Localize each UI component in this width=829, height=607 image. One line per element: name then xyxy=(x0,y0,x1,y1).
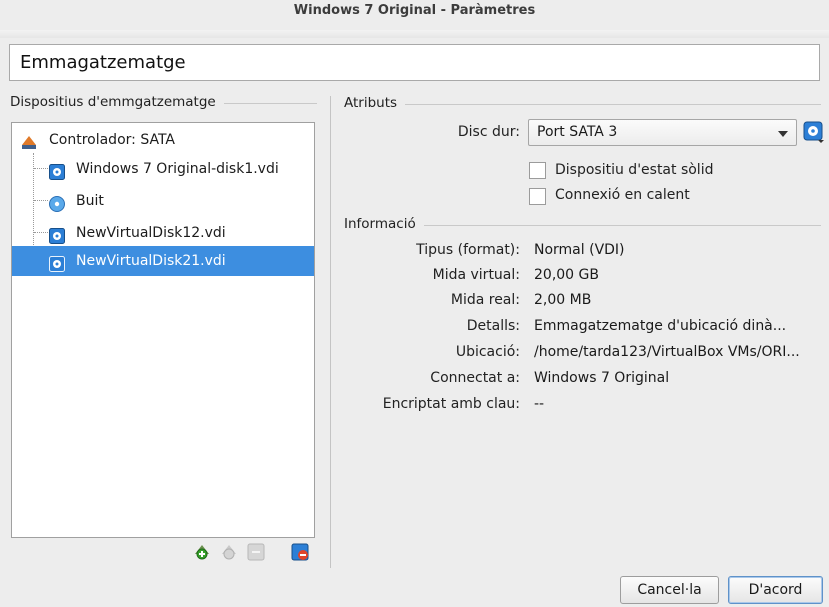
info-label-details: Detalls: xyxy=(466,318,520,334)
tree-item-optical-empty[interactable]: Buit xyxy=(12,186,314,216)
hard-disk-select[interactable]: Port SATA 3 xyxy=(528,119,797,146)
attributes-group-line xyxy=(345,104,821,105)
hotplug-checkbox[interactable] xyxy=(529,188,546,205)
tree-item-label: NewVirtualDisk21.vdi xyxy=(76,253,226,269)
info-value-format: Normal (VDI) xyxy=(534,242,625,258)
hard-disk-icon xyxy=(49,225,65,244)
remove-controller-icon[interactable] xyxy=(220,543,238,561)
cancel-button[interactable]: Cancel·la xyxy=(620,576,719,604)
tree-item-disk1[interactable]: Windows 7 Original-disk1.vdi xyxy=(12,154,314,184)
tree-item-label: Controlador: SATA xyxy=(49,132,175,148)
info-group-title: Informació xyxy=(344,216,424,232)
panel-splitter[interactable] xyxy=(330,96,331,568)
remove-attachment-icon[interactable] xyxy=(291,543,309,561)
tree-item-label: NewVirtualDisk12.vdi xyxy=(76,225,226,241)
titlebar-shade xyxy=(0,30,829,38)
tree-item-newvirtualdisk21[interactable]: NewVirtualDisk21.vdi xyxy=(12,246,314,276)
info-label-actual-size: Mida real: xyxy=(450,292,520,308)
info-value-location: /home/tarda123/VirtualBox VMs/ORI... xyxy=(534,344,800,360)
add-attachment-icon[interactable] xyxy=(247,543,265,561)
sata-controller-icon xyxy=(21,132,37,149)
hard-disk-select-value: Port SATA 3 xyxy=(537,124,618,140)
ssd-checkbox[interactable] xyxy=(529,162,546,179)
info-value-attached-to: Windows 7 Original xyxy=(534,370,670,386)
info-value-details: Emmagatzematge d'ubicació dinà... xyxy=(534,318,787,334)
hotplug-checkbox-label[interactable]: Connexió en calent xyxy=(555,187,690,203)
info-value-encryption: -- xyxy=(534,396,545,412)
info-label-encryption: Encriptat amb clau: xyxy=(382,396,520,412)
tree-item-label: Windows 7 Original-disk1.vdi xyxy=(76,161,279,177)
choose-disk-icon[interactable] xyxy=(803,121,825,143)
hard-disk-icon xyxy=(49,253,65,272)
hard-disk-label: Disc dur: xyxy=(457,124,520,140)
info-value-actual-size: 2,00 MB xyxy=(534,292,592,308)
attributes-group-title: Atributs xyxy=(344,95,406,111)
window-title: Windows 7 Original - Paràmetres xyxy=(293,3,536,18)
info-label-format: Tipus (format): xyxy=(416,242,520,258)
storage-tree[interactable]: Controlador: SATA Windows 7 Original-dis… xyxy=(11,122,315,538)
info-value-virtual-size: 20,00 GB xyxy=(534,267,599,283)
info-label-virtual-size: Mida virtual: xyxy=(432,267,520,283)
tree-item-label: Buit xyxy=(76,193,104,209)
tree-item-controller-sata[interactable]: Controlador: SATA xyxy=(12,125,314,155)
hard-disk-icon xyxy=(49,161,65,180)
ssd-checkbox-label[interactable]: Dispositiu d'estat sòlid xyxy=(555,162,713,178)
tree-item-newvirtualdisk12[interactable]: NewVirtualDisk12.vdi xyxy=(12,218,314,248)
chevron-down-icon xyxy=(778,131,788,137)
page-title: Emmagatzematge xyxy=(9,44,820,81)
optical-disc-icon xyxy=(49,193,65,212)
info-label-location: Ubicació: xyxy=(455,344,520,360)
add-controller-icon[interactable] xyxy=(193,543,211,561)
info-label-attached-to: Connectat a: xyxy=(430,370,520,386)
storage-group-title: Dispositius d'emmgatzematge xyxy=(10,94,224,110)
ok-button[interactable]: D'acord xyxy=(728,576,823,604)
